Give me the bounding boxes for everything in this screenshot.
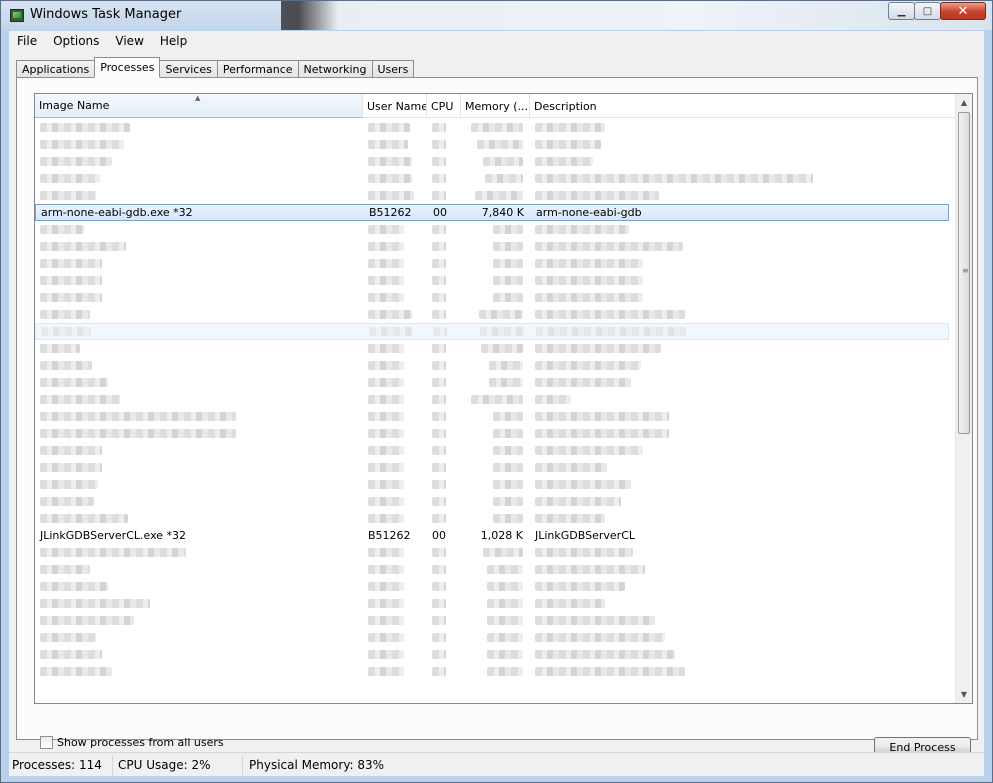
table-row[interactable]: [35, 493, 949, 510]
scroll-up-arrow-icon[interactable]: ▲: [956, 94, 972, 111]
table-row[interactable]: [35, 323, 949, 340]
cell-description: JLinkGDBServerCL: [535, 529, 635, 542]
table-row[interactable]: [35, 646, 949, 663]
table-row[interactable]: [35, 561, 949, 578]
table-row[interactable]: [35, 289, 949, 306]
cell-memory: 7,840 K: [481, 206, 524, 219]
table-row[interactable]: [35, 306, 949, 323]
table-row[interactable]: [35, 170, 949, 187]
table-row[interactable]: [35, 663, 949, 680]
table-row[interactable]: [35, 391, 949, 408]
tab-processes[interactable]: Processes: [94, 57, 161, 78]
table-row[interactable]: [35, 119, 949, 136]
tab-services[interactable]: Services: [159, 60, 218, 78]
scroll-down-arrow-icon[interactable]: ▼: [956, 686, 972, 703]
table-row[interactable]: [35, 136, 949, 153]
tab-applications[interactable]: Applications: [16, 60, 96, 78]
title-bar[interactable]: Windows Task Manager ▁ □ ✕: [1, 1, 992, 30]
tab-strip: Applications Processes Services Performa…: [16, 57, 415, 78]
table-row[interactable]: [35, 425, 949, 442]
status-cpu-usage: CPU Usage: 2%: [113, 754, 243, 775]
cell-image-name: arm-none-eabi-gdb.exe *32: [41, 206, 193, 219]
column-image-name-label: Image Name: [39, 99, 110, 112]
window-controls: ▁ □ ✕: [888, 2, 986, 20]
table-row[interactable]: [35, 595, 949, 612]
table-row[interactable]: [35, 408, 949, 425]
status-processes: Processes: 114: [9, 754, 113, 775]
window-title: Windows Task Manager: [30, 7, 182, 22]
table-row[interactable]: [35, 357, 949, 374]
menu-bar: File Options View Help: [9, 31, 984, 51]
scrollbar-thumb[interactable]: ≡: [958, 112, 970, 434]
show-all-users-label: Show processes from all users: [57, 736, 224, 749]
table-row[interactable]: [35, 153, 949, 170]
cell-description: arm-none-eabi-gdb: [536, 206, 642, 219]
client-area: Applications Processes Services Performa…: [9, 51, 984, 758]
table-row[interactable]: [35, 459, 949, 476]
column-description[interactable]: Description: [530, 94, 957, 118]
menu-options[interactable]: Options: [45, 34, 107, 48]
process-list[interactable]: Image Name ▲ User Name CPU Memory (... D…: [34, 93, 973, 704]
status-physical-memory: Physical Memory: 83%: [249, 757, 385, 772]
sort-ascending-icon: ▲: [195, 94, 201, 102]
show-all-users-checkbox[interactable]: [40, 736, 53, 749]
process-rows: arm-none-eabi-gdb.exe *32 B51262 00 7,84…: [35, 119, 949, 680]
table-row[interactable]: [35, 476, 949, 493]
column-image-name[interactable]: Image Name ▲: [35, 94, 363, 118]
tab-networking[interactable]: Networking: [297, 60, 373, 78]
menu-help[interactable]: Help: [152, 34, 195, 48]
status-bar: Processes: 114 CPU Usage: 2% Physical Me…: [9, 752, 984, 776]
close-button[interactable]: ✕: [940, 2, 986, 20]
show-all-users-option[interactable]: Show processes from all users: [40, 736, 224, 749]
table-row[interactable]: [35, 238, 949, 255]
vertical-scrollbar[interactable]: ▲ ≡ ▼: [955, 94, 972, 703]
scrollbar-grip-icon: ≡: [962, 266, 969, 275]
cell-user-name: B51262: [369, 206, 412, 219]
column-memory[interactable]: Memory (...: [461, 94, 530, 118]
table-row[interactable]: [35, 442, 949, 459]
table-row[interactable]: [35, 221, 949, 238]
table-row[interactable]: [35, 340, 949, 357]
list-header: Image Name ▲ User Name CPU Memory (... D…: [35, 94, 957, 118]
cell-cpu: 00: [433, 206, 447, 219]
cell-cpu: 00: [432, 529, 446, 542]
table-row[interactable]: [35, 187, 949, 204]
column-user-name[interactable]: User Name: [363, 94, 427, 118]
tab-performance[interactable]: Performance: [216, 60, 299, 78]
cell-image-name: JLinkGDBServerCL.exe *32: [40, 529, 187, 542]
table-row[interactable]: [35, 629, 949, 646]
table-row[interactable]: [35, 544, 949, 561]
processes-panel: Image Name ▲ User Name CPU Memory (... D…: [16, 77, 978, 758]
table-row[interactable]: [35, 510, 949, 527]
table-row[interactable]: [35, 272, 949, 289]
column-cpu[interactable]: CPU: [427, 94, 461, 118]
table-row[interactable]: [35, 578, 949, 595]
table-row-arm-none-eabi-gdb[interactable]: arm-none-eabi-gdb.exe *32 B51262 00 7,84…: [35, 204, 949, 221]
task-manager-window: Windows Task Manager ▁ □ ✕ File Options …: [0, 0, 993, 783]
table-row-jlink-gdb-server[interactable]: JLinkGDBServerCL.exe *32 B51262 00 1,028…: [35, 527, 949, 544]
table-row[interactable]: [35, 374, 949, 391]
minimize-button[interactable]: ▁: [888, 2, 915, 20]
task-manager-icon: [10, 9, 24, 22]
cell-memory: 1,028 K: [480, 529, 523, 542]
menu-file[interactable]: File: [9, 34, 45, 48]
maximize-button[interactable]: □: [914, 2, 941, 20]
cell-user-name: B51262: [368, 529, 411, 542]
table-row[interactable]: [35, 612, 949, 629]
menu-view[interactable]: View: [107, 34, 151, 48]
tab-users[interactable]: Users: [371, 60, 415, 78]
table-row[interactable]: [35, 255, 949, 272]
